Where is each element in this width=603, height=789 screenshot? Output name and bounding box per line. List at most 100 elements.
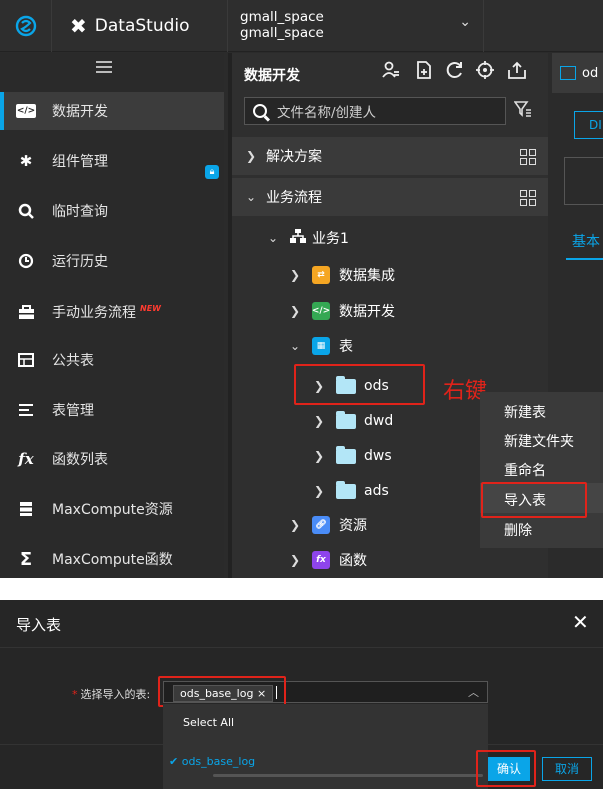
nav-label: 组件管理 — [52, 154, 108, 170]
editor-tab[interactable]: od — [552, 53, 603, 93]
tree-folder-dws[interactable]: ❯ dws — [314, 441, 392, 471]
tree-label: ads — [364, 483, 389, 499]
tree-node-data-integration[interactable]: ❯ ⇄ 数据集成 — [290, 260, 395, 290]
chevron-right-icon: ❯ — [314, 484, 325, 498]
chevron-right-icon: ❯ — [290, 553, 301, 567]
nav-item-manual-workflow[interactable]: 手动业务流程 NEW — [0, 293, 224, 331]
nav-item-components[interactable]: ✱ 组件管理 — [0, 142, 224, 180]
nav-item-functions[interactable]: fx 函数列表 — [0, 440, 224, 478]
close-icon[interactable]: ✕ — [572, 610, 589, 634]
option-ods-base-log[interactable]: ✔ ods_base_log — [163, 750, 488, 776]
editor-box — [564, 157, 603, 205]
new-user-icon[interactable] — [382, 61, 400, 84]
nav-item-mc-functions[interactable]: Σ MaxCompute函数 — [0, 540, 224, 578]
grid-view-icon[interactable] — [520, 190, 536, 206]
nav-label: MaxCompute资源 — [52, 502, 173, 518]
grid-view-icon[interactable] — [520, 149, 536, 165]
menu-item-rename[interactable]: 重命名 — [504, 460, 546, 480]
brand-name: DataStudio — [94, 16, 190, 36]
chevron-down-icon: ⌄ — [290, 339, 301, 353]
nav-item-data-dev[interactable]: </> 数据开发 — [0, 92, 224, 130]
new-badge: NEW — [140, 303, 161, 313]
section-label: 解决方案 — [266, 149, 322, 165]
datastudio-window: ✖ DataStudio gmall_space gmall_space ⌄ <… — [0, 0, 603, 578]
new-file-icon[interactable] — [416, 61, 432, 84]
workspace-name: gmall_space — [240, 9, 324, 25]
scrollbar[interactable] — [213, 774, 483, 777]
list-icon — [0, 403, 52, 417]
highlight-box-confirm — [476, 750, 536, 787]
tree-label: dwd — [364, 413, 394, 429]
tab-label: od — [582, 65, 599, 81]
tree-label: 表 — [339, 339, 353, 355]
section-label: 业务流程 — [266, 190, 322, 206]
search-icon — [253, 104, 267, 118]
field-label: * 选择导入的表: — [72, 688, 151, 701]
tree-node-tables[interactable]: ⌄ ▦ 表 — [290, 331, 353, 361]
brand[interactable]: ✖ DataStudio — [52, 0, 228, 52]
highlight-box-import — [481, 482, 587, 518]
chevron-down-icon: ⌄ — [459, 14, 471, 30]
section-solutions[interactable]: ❯ 解决方案 — [232, 137, 548, 175]
nav-item-temp-query[interactable]: 临时查询 — [0, 192, 224, 230]
fx-icon: fx — [18, 450, 34, 468]
nav-item-run-history[interactable]: 运行历史 — [0, 242, 224, 280]
search-icon — [0, 203, 52, 219]
fx-icon: fx — [312, 551, 330, 569]
filter-icon[interactable] — [513, 101, 532, 121]
di-button[interactable]: DI — [574, 111, 603, 139]
nav-label: MaxCompute函数 — [52, 552, 173, 568]
tree-label: 数据集成 — [339, 268, 395, 284]
tree-node-resources[interactable]: ❯ 🔗︎ 资源 — [290, 510, 367, 540]
chevron-right-icon: ❯ — [290, 518, 301, 532]
locate-icon[interactable] — [476, 61, 494, 84]
code-icon: </> — [16, 104, 36, 118]
chevron-right-icon: ❯ — [290, 304, 301, 318]
dialog-title: 导入表 — [16, 616, 62, 634]
code-icon: </> — [312, 302, 330, 320]
briefcase-icon — [0, 304, 52, 320]
top-bar: ✖ DataStudio gmall_space gmall_space ⌄ — [0, 0, 603, 52]
folder-icon — [336, 480, 356, 499]
lock-icon: 🔒︎ — [205, 165, 219, 179]
sync-icon: ⇄ — [312, 266, 330, 284]
nav-label: 临时查询 — [52, 204, 108, 220]
tree-folder-dwd[interactable]: ❯ dwd — [314, 406, 393, 436]
table-icon: ▦ — [312, 337, 330, 355]
folder-icon — [336, 445, 356, 464]
link-icon: 🔗︎ — [312, 516, 330, 534]
search-input[interactable]: 文件名称/创建人 — [244, 97, 506, 125]
workspace-selector[interactable]: gmall_space gmall_space ⌄ — [228, 0, 484, 52]
option-select-all[interactable]: Select All — [163, 704, 488, 740]
nav-item-mc-resources[interactable]: MaxCompute资源 — [0, 490, 224, 528]
nav-label: 函数列表 — [52, 452, 108, 468]
refresh-icon[interactable] — [446, 61, 464, 84]
nav-item-table-mgmt[interactable]: 表管理 — [0, 391, 224, 429]
menu-item-new-table[interactable]: 新建表 — [504, 402, 546, 422]
dropdown-list: Select All ✔ ods_base_log — [163, 704, 488, 789]
table-icon — [0, 353, 52, 367]
dialog-header: 导入表 ✕ — [0, 600, 603, 648]
import-icon[interactable] — [508, 61, 526, 84]
nav-item-public-tables[interactable]: 公共表 — [0, 341, 224, 379]
panel-title: 数据开发 — [244, 68, 300, 84]
chevron-down-icon: ⌄ — [268, 231, 279, 245]
chevron-right-icon: ❯ — [314, 449, 325, 463]
tree-label: 数据开发 — [339, 304, 395, 320]
gap — [0, 578, 603, 600]
cancel-button[interactable]: 取消 — [542, 757, 592, 781]
nav-label: 运行历史 — [52, 254, 108, 270]
logo[interactable] — [0, 0, 52, 52]
chevron-down-icon: ⌄ — [246, 190, 257, 204]
menu-item-new-folder[interactable]: 新建文件夹 — [504, 431, 574, 451]
section-workflows[interactable]: ⌄ 业务流程 — [232, 178, 548, 216]
tree-node-data-dev[interactable]: ❯ </> 数据开发 — [290, 296, 395, 326]
tab-basic[interactable]: 基本 — [572, 231, 600, 251]
hamburger-icon[interactable] — [96, 61, 112, 76]
chevron-up-icon[interactable]: ︿ — [468, 684, 479, 700]
tree-folder-ads[interactable]: ❯ ads — [314, 476, 389, 506]
swirl-logo-icon — [15, 15, 36, 37]
tree-node-functions[interactable]: ❯ fx 函数 — [290, 545, 367, 575]
menu-item-delete[interactable]: 删除 — [504, 520, 532, 540]
tree-node-workflow[interactable]: ⌄ 业务1 — [268, 223, 349, 253]
